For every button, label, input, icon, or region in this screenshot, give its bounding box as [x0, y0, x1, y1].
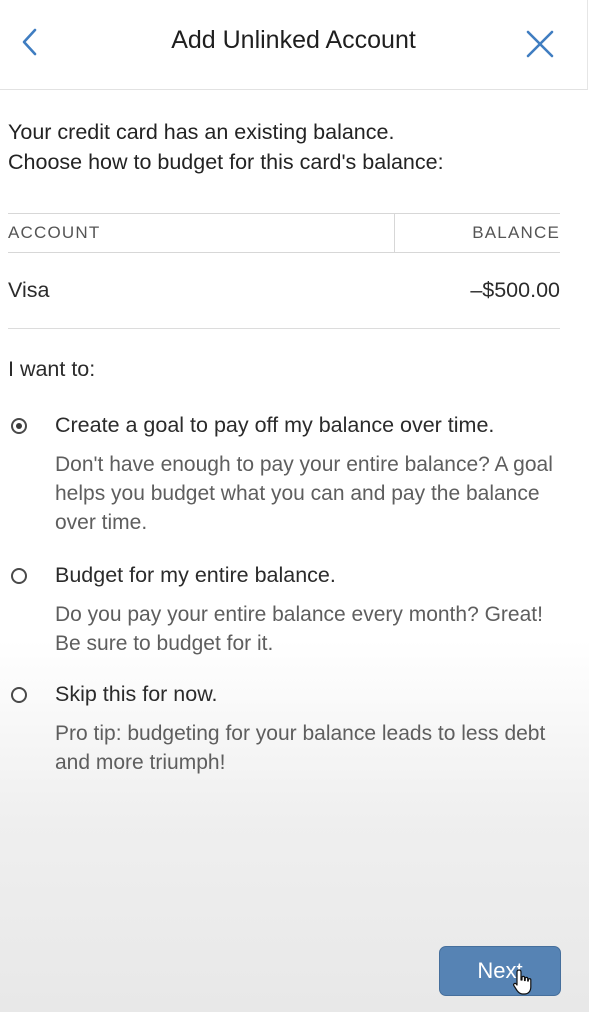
option-title: Budget for my entire balance.	[55, 563, 336, 587]
radio-unselected-icon[interactable]	[11, 687, 27, 703]
account-name: Visa	[8, 278, 50, 302]
column-header-account: ACCOUNT	[8, 223, 101, 242]
option-title: Create a goal to pay off my balance over…	[55, 413, 495, 437]
close-icon	[526, 30, 554, 58]
table-header: ACCOUNT BALANCE	[8, 213, 560, 253]
intro-line-1: Your credit card has an existing balance…	[8, 120, 395, 144]
option-description: Pro tip: budgeting for your balance lead…	[55, 722, 546, 774]
intro-line-2: Choose how to budget for this card's bal…	[8, 150, 444, 174]
hand-cursor-icon	[513, 969, 532, 995]
modal-title: Add Unlinked Account	[171, 26, 416, 54]
radio-selected-icon[interactable]	[11, 418, 27, 434]
close-button[interactable]	[516, 20, 564, 68]
column-header-balance: BALANCE	[472, 223, 560, 242]
intro-text: Your credit card has an existing balance…	[8, 117, 568, 177]
option-description: Don't have enough to pay your entire bal…	[55, 453, 553, 534]
table-row: Visa –$500.00	[8, 253, 560, 329]
radio-unselected-icon[interactable]	[11, 568, 27, 584]
modal-header: Add Unlinked Account	[0, 0, 588, 90]
account-balance: –$500.00	[470, 278, 560, 302]
column-divider	[394, 214, 395, 252]
balance-table: ACCOUNT BALANCE Visa –$500.00	[8, 213, 560, 329]
options-prompt: I want to:	[8, 357, 96, 381]
next-button[interactable]: Next	[439, 946, 561, 996]
option-description: Do you pay your entire balance every mon…	[55, 603, 543, 655]
option-title: Skip this for now.	[55, 682, 218, 706]
